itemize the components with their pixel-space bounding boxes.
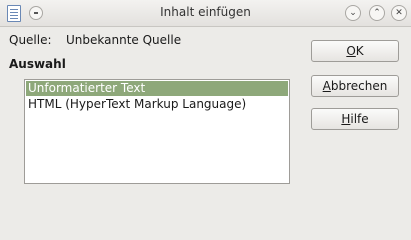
minimize-button[interactable]: ⌄ — [345, 5, 361, 21]
list-item[interactable]: HTML (HyperText Markup Language) — [25, 97, 289, 112]
close-button[interactable]: ✕ — [391, 5, 407, 21]
selection-heading: Auswahl — [9, 57, 66, 71]
format-list[interactable]: Unformatierter Text HTML (HyperText Mark… — [24, 79, 290, 184]
help-button-label: ilfe — [350, 112, 369, 126]
list-item[interactable]: Unformatierter Text — [26, 81, 288, 96]
ok-button-accel: O — [346, 44, 356, 58]
cancel-button-label: bbrechen — [330, 79, 388, 93]
ok-button-label: K — [355, 44, 364, 58]
maximize-button[interactable]: ⌃ — [369, 5, 385, 21]
cancel-button-accel: A — [322, 79, 331, 93]
help-button[interactable]: Hilfe — [311, 108, 399, 130]
source-label: Quelle: — [9, 33, 52, 47]
cancel-button[interactable]: Abbrechen — [311, 75, 399, 97]
ok-button[interactable]: OK — [311, 40, 399, 62]
source-value: Unbekannte Quelle — [66, 33, 182, 47]
title-bar[interactable]: Inhalt einfügen ⌄ ⌃ ✕ — [0, 0, 411, 27]
